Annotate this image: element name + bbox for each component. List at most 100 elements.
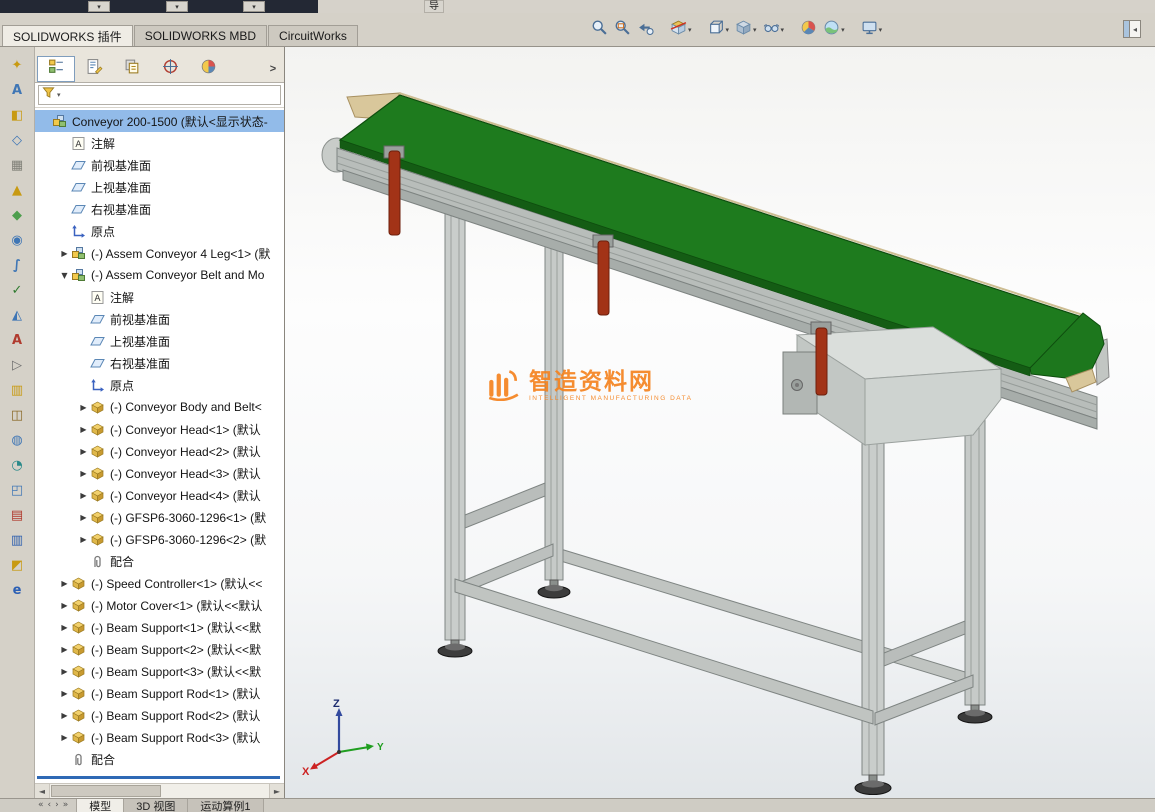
ribbon-tab-3[interactable]: CircuitWorks — [268, 25, 358, 46]
dropdown-caret-icon[interactable]: ▾ — [841, 26, 845, 34]
left-tool-18-button[interactable]: ◰ — [5, 480, 29, 500]
dropdown-caret-icon[interactable]: ▾ — [879, 26, 883, 34]
foot-back-right[interactable] — [957, 704, 993, 724]
tree-item[interactable]: ▶ (-) Conveyor Head<2> (默认 — [35, 440, 284, 462]
tree-item[interactable]: ▶ (-) Beam Support<2> (默认<<默 — [35, 638, 284, 660]
left-tool-3-button[interactable]: ◧ — [5, 105, 29, 125]
bottom-nav-button-3[interactable]: › — [55, 801, 59, 810]
bottom-nav-button-2[interactable]: ‹ — [48, 801, 52, 810]
foot-front-right[interactable] — [854, 774, 892, 795]
panel-tab-configurationmanager[interactable] — [113, 56, 151, 82]
bottom-tab-1[interactable]: 模型 — [76, 799, 125, 812]
collapsed-toolbar-dropdown-3[interactable]: ▾ — [243, 1, 265, 12]
viewport-3d-scene[interactable] — [285, 47, 1155, 798]
tree-item[interactable]: ▶ (-) Beam Support<1> (默认<<默 — [35, 616, 284, 638]
left-tool-12-button[interactable]: A — [5, 330, 29, 350]
bottom-tab-3[interactable]: 运动算例1 — [188, 799, 264, 812]
tree-item[interactable]: ▶ (-) Conveyor Head<3> (默认 — [35, 462, 284, 484]
panel-tab-displaymanager[interactable] — [189, 56, 227, 82]
tree-item[interactable]: 配合 — [35, 748, 284, 770]
left-tool-14-button[interactable]: ▥ — [5, 380, 29, 400]
dropdown-caret-icon[interactable]: ▾ — [781, 26, 785, 34]
panel-tab-propertymanager[interactable] — [75, 56, 113, 82]
left-tool-20-button[interactable]: ▥ — [5, 530, 29, 550]
toolbar-overflow-label[interactable]: 导 — [424, 0, 444, 13]
ribbon-tab-2[interactable]: SOLIDWORKS MBD — [133, 25, 268, 46]
tree-item[interactable]: 原点 — [35, 374, 284, 396]
section-view-button[interactable]: ▾ — [667, 17, 695, 43]
tree-item[interactable]: 右视基准面 — [35, 198, 284, 220]
tree-item[interactable]: 上视基准面 — [35, 330, 284, 352]
left-tool-6-button[interactable]: ▲ — [5, 180, 29, 200]
tree-item[interactable]: ▶ (-) GFSP6-3060-1296<1> (默 — [35, 506, 284, 528]
expand-arrow-icon[interactable]: ▼ — [58, 271, 71, 280]
foot-back-left[interactable] — [537, 579, 571, 599]
left-tool-22-button[interactable]: e — [5, 580, 29, 600]
expand-arrow-icon[interactable]: ▶ — [77, 403, 90, 412]
panel-tab-overflow-chevron[interactable]: > — [264, 56, 282, 82]
bottom-nav-button-4[interactable]: » — [63, 801, 69, 810]
scroll-left-button[interactable]: ◄ — [35, 784, 50, 798]
tree-item[interactable]: 配合 — [35, 550, 284, 572]
collapsed-toolbar-dropdown-1[interactable]: ▾ — [88, 1, 110, 12]
tree-item[interactable]: ▶ (-) Beam Support Rod<2> (默认 — [35, 704, 284, 726]
dropdown-caret-icon[interactable]: ▾ — [688, 26, 692, 34]
tree-item[interactable]: ▼ (-) Assem Conveyor Belt and Mo — [35, 264, 284, 286]
dropdown-caret-icon[interactable]: ▾ — [753, 26, 757, 34]
expand-arrow-icon[interactable]: ▶ — [77, 447, 90, 456]
left-tool-10-button[interactable]: ✓ — [5, 280, 29, 300]
left-tool-8-button[interactable]: ◉ — [5, 230, 29, 250]
ribbon-tab-1[interactable]: SOLIDWORKS 插件 — [2, 25, 133, 46]
tree-item[interactable]: ▶ (-) Beam Support Rod<1> (默认 — [35, 682, 284, 704]
tree-item[interactable]: ▶ (-) Beam Support Rod<3> (默认 — [35, 726, 284, 748]
left-tool-7-button[interactable]: ◆ — [5, 205, 29, 225]
expand-arrow-icon[interactable]: ▶ — [77, 535, 90, 544]
left-tool-16-button[interactable]: ◍ — [5, 430, 29, 450]
left-tool-5-button[interactable]: ▦ — [5, 155, 29, 175]
scroll-right-button[interactable]: ► — [269, 784, 284, 798]
bottom-nav-button-1[interactable]: « — [38, 801, 44, 810]
left-tool-15-button[interactable]: ◫ — [5, 405, 29, 425]
expand-arrow-icon[interactable]: ▶ — [58, 579, 71, 588]
tree-item[interactable]: A 注解 — [35, 132, 284, 154]
tree-item[interactable]: A 注解 — [35, 286, 284, 308]
expand-arrow-icon[interactable]: ▶ — [77, 469, 90, 478]
panel-tab-featuremanager[interactable] — [37, 56, 75, 82]
tree-item[interactable]: ▶ (-) Conveyor Body and Belt< — [35, 396, 284, 418]
filter-input[interactable]: ▾ — [38, 85, 281, 105]
display-style-button[interactable]: ▾ — [732, 17, 760, 43]
tree-item[interactable]: ▶ (-) Assem Conveyor 4 Leg<1> (默 — [35, 242, 284, 264]
expand-arrow-icon[interactable]: ▶ — [58, 249, 71, 258]
expand-arrow-icon[interactable]: ▶ — [77, 513, 90, 522]
collapsed-toolbar-dropdown-2[interactable]: ▾ — [166, 1, 188, 12]
tree-item[interactable]: ▶ (-) Speed Controller<1> (默认<< — [35, 572, 284, 594]
tree-item[interactable]: 前视基准面 — [35, 308, 284, 330]
tree-item[interactable]: ▶ (-) Beam Support<3> (默认<<默 — [35, 660, 284, 682]
left-tool-21-button[interactable]: ◩ — [5, 555, 29, 575]
panel-tab-dimxpertmanager[interactable] — [151, 56, 189, 82]
zoom-to-fit-button[interactable] — [588, 17, 611, 43]
left-tool-2-button[interactable]: A — [5, 80, 29, 100]
edit-appearance-button[interactable] — [797, 17, 820, 43]
expand-arrow-icon[interactable]: ▶ — [58, 711, 71, 720]
expand-arrow-icon[interactable]: ▶ — [58, 667, 71, 676]
tree-item[interactable]: ▶ (-) Motor Cover<1> (默认<<默认 — [35, 594, 284, 616]
graphics-viewport[interactable]: 智造资料网 INTELLIGENT MANUFACTURING DATA Z X… — [285, 47, 1155, 798]
tree-item[interactable]: Conveyor 200-1500 (默认<显示状态- — [35, 110, 284, 132]
expand-arrow-icon[interactable]: ▶ — [77, 491, 90, 500]
tree-horizontal-scrollbar[interactable]: ◄ ► — [35, 783, 284, 798]
zoom-to-area-button[interactable] — [611, 17, 634, 43]
tree-item[interactable]: ▶ (-) Conveyor Head<1> (默认 — [35, 418, 284, 440]
tree-item[interactable]: 上视基准面 — [35, 176, 284, 198]
left-tool-9-button[interactable]: ∫ — [5, 255, 29, 275]
tree-item[interactable]: ▶ (-) GFSP6-3060-1296<2> (默 — [35, 528, 284, 550]
beam-support-front[interactable] — [454, 578, 874, 725]
leg-front-left[interactable] — [444, 196, 466, 641]
left-tool-11-button[interactable]: ◭ — [5, 305, 29, 325]
task-pane-toggle-button[interactable]: ◂ — [1123, 20, 1141, 38]
leg-cross-bar-left[interactable] — [464, 482, 546, 529]
left-tool-17-button[interactable]: ◔ — [5, 455, 29, 475]
tree-item[interactable]: 前视基准面 — [35, 154, 284, 176]
beam-support-back[interactable] — [553, 546, 976, 688]
expand-arrow-icon[interactable]: ▶ — [58, 689, 71, 698]
